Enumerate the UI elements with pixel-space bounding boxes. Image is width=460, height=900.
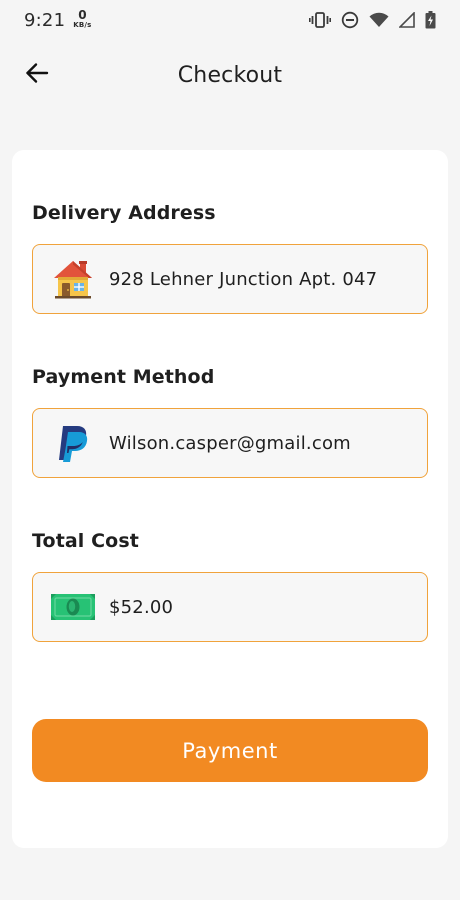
back-button[interactable] [20,58,54,92]
house-icon [51,257,95,301]
status-time: 9:21 [24,9,66,31]
status-left: 9:21 0 KB/s [24,9,92,31]
page-title: Checkout [177,62,283,88]
total-cost-label: Total Cost [32,530,139,552]
total-cost-field: $52.00 [32,572,428,642]
payment-method-field[interactable]: Wilson.casper@gmail.com [32,408,428,478]
arrow-left-icon [25,62,49,88]
net-speed-indicator: 0 KB/s [73,9,91,29]
payment-button[interactable]: Payment [32,719,428,782]
payment-method-value: Wilson.casper@gmail.com [109,432,351,454]
vibrate-icon [309,11,331,29]
battery-charging-icon [425,11,436,29]
do-not-disturb-icon [341,11,359,29]
delivery-address-value: 928 Lehner Junction Apt. 047 [109,268,378,290]
signal-icon [399,12,415,28]
status-icons [309,11,436,29]
checkout-card: Delivery Address 928 Lehner Junction Apt… [12,150,448,848]
payment-method-label: Payment Method [32,366,215,388]
paypal-icon [51,421,95,465]
app-bar: Checkout [0,40,460,110]
wifi-icon [369,12,389,28]
delivery-address-field[interactable]: 928 Lehner Junction Apt. 047 [32,244,428,314]
delivery-address-label: Delivery Address [32,202,216,224]
net-speed-value: 0 [78,8,87,22]
net-speed-unit: KB/s [73,21,92,29]
banknote-icon [51,585,95,629]
status-bar: 9:21 0 KB/s [0,0,460,40]
total-cost-value: $52.00 [109,596,174,618]
